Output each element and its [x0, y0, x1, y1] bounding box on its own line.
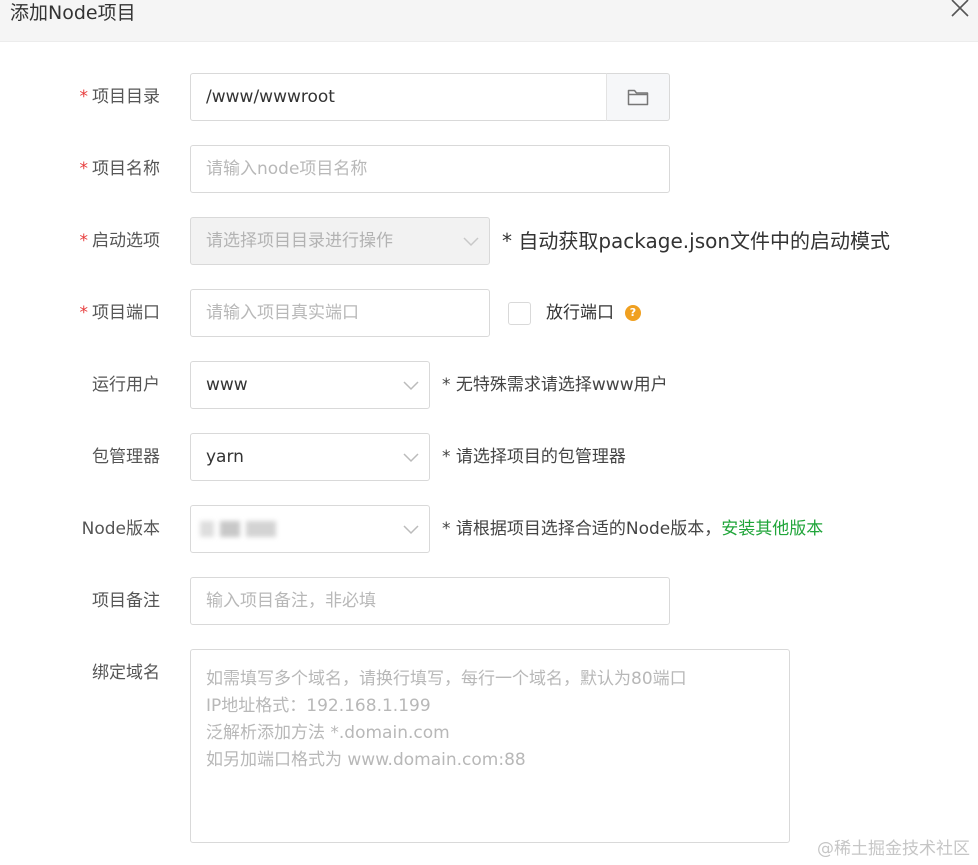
close-icon[interactable]	[948, 0, 972, 20]
project-port-input[interactable]: 请输入项目真实端口	[190, 289, 490, 337]
chevron-down-icon	[403, 381, 419, 391]
node-version-value-blurred	[200, 521, 282, 539]
package-manager-value: yarn	[206, 447, 244, 467]
project-name-input[interactable]: 请输入node项目名称	[190, 145, 670, 193]
node-version-row: Node版本 * 请根据项目选择合适的Node版本，安装其他版本	[0, 505, 978, 553]
dialog-header: 添加Node项目	[0, 0, 978, 42]
run-user-hint: * 无特殊需求请选择www用户	[442, 375, 668, 395]
install-other-version-link[interactable]: 安装其他版本	[721, 519, 823, 539]
start-option-placeholder: 请选择项目目录进行操作	[206, 231, 393, 251]
package-manager-label: 包管理器	[92, 447, 160, 467]
run-user-row: 运行用户 www * 无特殊需求请选择www用户	[0, 361, 978, 409]
project-dir-row: * 项目目录 /www/wwwroot	[0, 73, 978, 121]
project-name-row: * 项目名称 请输入node项目名称	[0, 145, 978, 193]
package-manager-hint: * 请选择项目的包管理器	[442, 447, 626, 467]
node-version-hint: * 请根据项目选择合适的Node版本，安装其他版本	[442, 505, 823, 553]
start-option-label: * 启动选项	[79, 231, 161, 251]
project-port-row: * 项目端口 请输入项目真实端口 放行端口 ?	[0, 289, 978, 337]
open-port-label[interactable]: 放行端口	[546, 289, 614, 337]
domain-placeholder-line: 如需填写多个域名，请换行填写，每行一个域名，默认为80端口	[206, 669, 687, 689]
remark-label: 项目备注	[92, 591, 160, 611]
run-user-select[interactable]: www	[190, 361, 430, 409]
package-manager-row: 包管理器 yarn * 请选择项目的包管理器	[0, 433, 978, 481]
start-option-hint: * 自动获取package.json文件中的启动模式	[502, 229, 891, 253]
folder-picker-button[interactable]	[606, 73, 670, 121]
node-version-label: Node版本	[81, 519, 160, 539]
domain-placeholder-line: 泛解析添加方法 *.domain.com	[206, 723, 450, 743]
open-port-checkbox[interactable]	[508, 302, 531, 325]
chevron-down-icon	[403, 453, 419, 463]
domain-placeholder-line: 如另加端口格式为 www.domain.com:88	[206, 750, 526, 770]
domain-label: 绑定域名	[92, 663, 160, 683]
run-user-value: www	[206, 375, 248, 395]
project-port-label: * 项目端口	[79, 303, 161, 323]
project-name-label: * 项目名称	[79, 159, 161, 179]
chevron-down-icon	[403, 525, 419, 535]
remark-row: 项目备注 输入项目备注，非必填	[0, 577, 978, 625]
help-icon[interactable]: ?	[625, 305, 641, 321]
dialog-title: 添加Node项目	[10, 2, 136, 24]
start-option-select[interactable]: 请选择项目目录进行操作	[190, 217, 490, 265]
watermark: @稀土掘金技术社区	[817, 839, 970, 859]
project-dir-label: * 项目目录	[79, 87, 161, 107]
start-option-row: * 启动选项 请选择项目目录进行操作 * 自动获取package.json文件中的…	[0, 217, 978, 265]
node-version-hint-text: * 请根据项目选择合适的Node版本，	[442, 519, 722, 539]
remark-input[interactable]: 输入项目备注，非必填	[190, 577, 670, 625]
chevron-down-icon	[463, 237, 479, 247]
domain-placeholder-line: IP地址格式：192.168.1.199	[206, 696, 431, 716]
package-manager-select[interactable]: yarn	[190, 433, 430, 481]
run-user-label: 运行用户	[92, 375, 160, 395]
folder-icon	[627, 89, 649, 106]
project-dir-input[interactable]: /www/wwwroot	[190, 73, 607, 121]
domain-textarea[interactable]: 如需填写多个域名，请换行填写，每行一个域名，默认为80端口 IP地址格式：192…	[190, 649, 790, 843]
